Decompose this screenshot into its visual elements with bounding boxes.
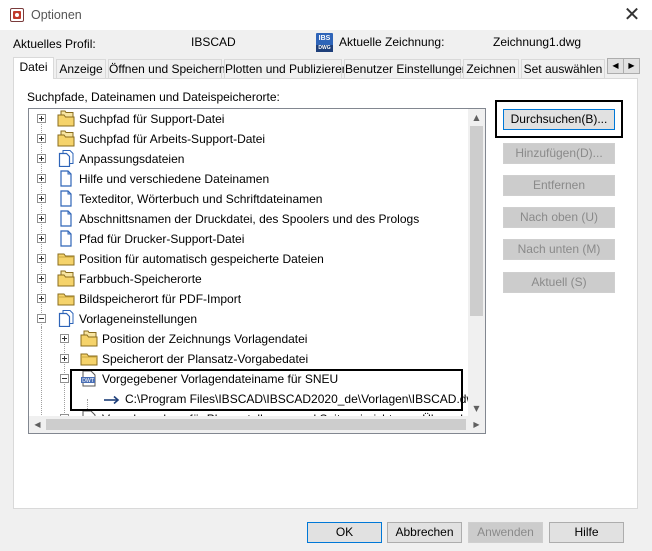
close-icon[interactable]: ✕ — [620, 3, 644, 27]
tab-scroll-left-button[interactable]: ◀ — [607, 58, 624, 74]
tree-item-label: Pfad für Drucker-Support-Datei — [79, 232, 245, 246]
app-icon — [10, 8, 24, 22]
title-bar: Optionen ✕ — [0, 0, 652, 30]
profile-label: Aktuelles Profil: — [13, 37, 96, 51]
tree-item-label: Texteditor, Wörterbuch und Schriftdatein… — [79, 192, 323, 206]
expand-icon[interactable] — [37, 114, 46, 123]
tree-vertical-scrollbar[interactable]: ▲ ▼ — [468, 109, 485, 417]
help-button[interactable]: Hilfe — [549, 522, 624, 543]
tree-item-label: Speicherort der Plansatz-Vorgabedatei — [102, 352, 309, 366]
expand-icon[interactable] — [37, 194, 46, 203]
move-up-button[interactable]: Nach oben (U) — [503, 207, 615, 228]
remove-button[interactable]: Entfernen — [503, 175, 615, 196]
tree-item-label: Anpassungsdateien — [79, 152, 185, 166]
section-label: Suchpfade, Dateinamen und Dateispeichero… — [27, 90, 280, 104]
tree-item-label: Hilfe und verschiedene Dateinamen — [79, 172, 270, 186]
tab-scroll-right-button[interactable]: ▶ — [623, 58, 640, 74]
scroll-left-button[interactable]: ◀ — [29, 416, 46, 433]
folder-stack-icon — [57, 110, 75, 127]
drawing-value: Zeichnung1.dwg — [493, 35, 582, 49]
expand-icon[interactable] — [60, 354, 69, 363]
folder-stack-icon — [57, 130, 75, 147]
tab-anzeige[interactable]: Anzeige — [56, 59, 106, 78]
tree-item-label: Vorlageneinstellungen — [79, 312, 198, 326]
tree-item-label: Abschnittsnamen der Druckdatei, des Spoo… — [79, 212, 420, 226]
document-stack-icon — [57, 150, 75, 167]
folder-stack-icon — [80, 330, 98, 347]
expand-icon[interactable] — [37, 214, 46, 223]
scroll-up-button[interactable]: ▲ — [468, 109, 485, 126]
expand-icon[interactable] — [37, 254, 46, 263]
expand-icon[interactable] — [37, 154, 46, 163]
collapse-icon[interactable] — [37, 314, 46, 323]
document-icon — [57, 230, 75, 247]
tree-item-label: Farbbuch-Speicherorte — [79, 272, 202, 286]
tab-plotten-publizieren[interactable]: Plotten und Publizieren — [224, 59, 348, 78]
document-icon — [57, 170, 75, 187]
drawing-icon-sub: DWG — [316, 45, 333, 52]
collapse-icon[interactable] — [60, 374, 69, 383]
scroll-right-button[interactable]: ▶ — [468, 416, 485, 433]
tab-datei[interactable]: Datei — [13, 57, 54, 79]
tab-set-auswaehlen[interactable]: Set auswählen — [521, 59, 605, 78]
tree-item-label: Bildspeicherort für PDF-Import — [79, 292, 242, 306]
tree-item-label: Suchpfad für Arbeits-Support-Datei — [79, 132, 266, 146]
expand-icon[interactable] — [60, 334, 69, 343]
add-button[interactable]: Hinzufügen(D)... — [503, 143, 615, 164]
profile-row: Aktuelles Profil: IBSCAD IBS DWG Aktuell… — [0, 30, 652, 58]
scroll-thumb[interactable] — [470, 126, 483, 316]
tab-strip: Datei Anzeige Öffnen und Speichern Plott… — [13, 57, 621, 79]
set-current-button[interactable]: Aktuell (S) — [503, 272, 615, 293]
expand-icon[interactable] — [37, 134, 46, 143]
document-stack-icon — [57, 310, 75, 327]
tree-item-label: Position für automatisch gespeicherte Da… — [79, 252, 324, 266]
folder-icon — [80, 350, 98, 367]
browse-button[interactable]: Durchsuchen(B)... — [503, 109, 615, 130]
expand-icon[interactable] — [37, 174, 46, 183]
folder-stack-icon — [57, 270, 75, 287]
drawing-icon-text: IBS — [318, 35, 331, 42]
drawing-file-icon: IBS DWG — [316, 33, 333, 52]
apply-button[interactable]: Anwenden — [468, 522, 543, 543]
highlight-frame-tree — [70, 369, 463, 411]
document-icon — [57, 210, 75, 227]
scroll-down-button[interactable]: ▼ — [468, 400, 485, 417]
folder-icon — [57, 290, 75, 307]
tab-panel-datei: Suchpfade, Dateinamen und Dateispeichero… — [13, 78, 638, 509]
tab-zeichnen[interactable]: Zeichnen — [463, 59, 519, 78]
folder-icon — [57, 250, 75, 267]
tree-item-label: Position der Zeichnungs Vorlagendatei — [102, 332, 308, 346]
window-title: Optionen — [31, 8, 82, 22]
cancel-button[interactable]: Abbrechen — [387, 522, 462, 543]
expand-icon[interactable] — [37, 274, 46, 283]
tab-scroll: ◀ ▶ — [607, 58, 641, 74]
move-down-button[interactable]: Nach unten (M) — [503, 239, 615, 260]
tab-oeffnen-speichern[interactable]: Öffnen und Speichern — [108, 59, 226, 78]
tab-benutzer-einstellungen[interactable]: Benutzer Einstellungen — [344, 59, 468, 78]
expand-icon[interactable] — [37, 234, 46, 243]
profile-value: IBSCAD — [191, 35, 236, 49]
ok-button[interactable]: OK — [307, 522, 382, 543]
tree-item-label: Suchpfad für Support-Datei — [79, 112, 225, 126]
drawing-label: Aktuelle Zeichnung: — [339, 35, 445, 49]
scroll-thumb-horizontal[interactable] — [46, 419, 466, 430]
tree-horizontal-scrollbar[interactable]: ◀ ▶ — [29, 416, 485, 433]
document-icon — [57, 190, 75, 207]
expand-icon[interactable] — [37, 294, 46, 303]
